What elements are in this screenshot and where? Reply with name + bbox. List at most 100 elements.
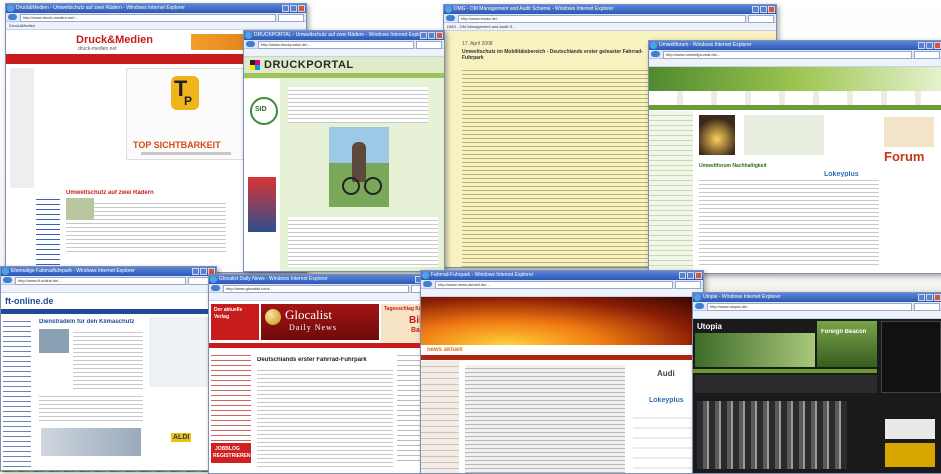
tab-strip: DMG - DM Management and Audit S... <box>444 23 776 31</box>
close-icon[interactable] <box>768 6 775 13</box>
minimize-icon[interactable] <box>420 32 427 39</box>
back-forward-icon[interactable] <box>246 41 255 47</box>
article-headline: Deutschlands erster Fahrrad-Fuhrpark <box>257 357 367 363</box>
back-forward-icon[interactable] <box>651 51 660 57</box>
bike-wheel-icon <box>342 177 360 195</box>
right-ad <box>149 317 209 387</box>
promo-subline <box>141 152 231 155</box>
maximize-icon[interactable] <box>200 268 207 275</box>
tab-strip <box>244 49 444 57</box>
ie-icon <box>445 6 452 13</box>
close-icon[interactable] <box>934 294 941 301</box>
search-input[interactable] <box>914 303 940 311</box>
cyclist-figure <box>352 142 366 182</box>
right-ad <box>881 321 941 393</box>
url-field[interactable]: http://www.umweltjournal.de/... <box>663 51 912 59</box>
search-input[interactable] <box>278 14 304 22</box>
back-forward-icon[interactable] <box>211 285 220 291</box>
minimize-icon[interactable] <box>752 6 759 13</box>
forum-logo: Forum <box>884 149 925 164</box>
search-input[interactable] <box>748 15 774 23</box>
nav-bar <box>244 73 444 78</box>
title-bar[interactable]: Fahrrad-Fuhrpark - Windows Internet Expl… <box>421 271 703 280</box>
sponsor-bar <box>649 91 941 106</box>
tab-label[interactable]: Druck&Medien <box>9 23 35 28</box>
article-text <box>462 67 652 267</box>
page-content: DRUCKPORTAL SID <box>244 57 444 271</box>
close-icon[interactable] <box>436 32 443 39</box>
partner-logo: Lokeyplus <box>649 397 684 404</box>
close-icon[interactable] <box>695 272 702 279</box>
side-graphic <box>248 177 276 232</box>
nav-bar <box>421 355 703 360</box>
left-sidebar <box>3 317 31 470</box>
tab-label[interactable]: DMG - DM Management and Audit S... <box>447 24 515 29</box>
search-input[interactable] <box>416 41 442 49</box>
ie-icon <box>210 276 217 283</box>
browser-window-news: Fahrrad-Fuhrpark - Windows Internet Expl… <box>420 270 704 474</box>
header-banner <box>817 321 877 367</box>
maximize-icon[interactable] <box>687 272 694 279</box>
title-bar[interactable]: Umweltforum - Windows Internet Explorer <box>649 41 941 50</box>
title-bar[interactable]: Utopia - Windows Internet Explorer <box>693 293 941 302</box>
minimize-icon[interactable] <box>918 294 925 301</box>
post-box <box>695 375 877 393</box>
back-forward-icon[interactable] <box>8 14 17 20</box>
page-content: Utopia Foreign Beacon <box>693 319 941 473</box>
header-photo <box>695 333 815 367</box>
browser-window-forum: Umweltforum - Windows Internet Explorer … <box>648 40 941 274</box>
site-logo-sub: Daily News <box>289 323 337 332</box>
back-forward-icon[interactable] <box>3 277 12 283</box>
minimize-icon[interactable] <box>282 5 289 12</box>
article-headline: Dienstradeln für den Klimaschutz <box>39 319 135 325</box>
address-bar: http://www.druckportal.de/... <box>244 40 444 49</box>
product-image <box>41 428 141 456</box>
back-forward-icon[interactable] <box>695 303 704 309</box>
url-field[interactable]: http://www.druck-medien.net/... <box>20 14 276 22</box>
url-field[interactable]: http://www.utopia.de/... <box>707 303 912 311</box>
nav-bar <box>1 309 216 314</box>
tab-strip <box>649 59 941 67</box>
back-forward-icon[interactable] <box>446 15 455 21</box>
article-headline[interactable]: Umweltschutz auf zwei Rädern <box>66 190 154 196</box>
article-photo <box>39 329 69 353</box>
page-content: ft-online.de Dienstradeln für den Klimas… <box>1 293 216 470</box>
article-text <box>257 367 393 467</box>
close-icon[interactable] <box>934 42 941 49</box>
search-input[interactable] <box>675 281 701 289</box>
nav-bar <box>649 105 941 110</box>
page-content: Forum Umweltforum Nachhaltigkeit Lokeypl… <box>649 67 941 273</box>
maximize-icon[interactable] <box>428 32 435 39</box>
url-field[interactable]: http://www.news-aktuell.de/... <box>435 281 673 289</box>
window-title: Fahrrad-Fuhrpark - Windows Internet Expl… <box>431 272 534 278</box>
banner-tagline: Foreign Beacon <box>821 329 867 335</box>
title-bar[interactable]: Druck&Medien - Umweltschutz auf zwei Räd… <box>6 4 306 13</box>
maximize-icon[interactable] <box>760 6 767 13</box>
window-title: Druck&Medien - Umweltschutz auf zwei Räd… <box>16 5 185 11</box>
maximize-icon[interactable] <box>926 294 933 301</box>
left-links[interactable] <box>36 195 60 265</box>
title-bar[interactable]: Glocalist Daily News - Windows Internet … <box>209 275 439 284</box>
url-field[interactable]: http://www.emas.de/... <box>458 15 746 23</box>
minimize-icon[interactable] <box>192 268 199 275</box>
close-icon[interactable] <box>298 5 305 12</box>
address-bar: http://www.ft-online.de/... <box>1 276 216 285</box>
ie-icon <box>2 268 9 275</box>
article-text <box>39 393 143 423</box>
maximize-icon[interactable] <box>926 42 933 49</box>
back-forward-icon[interactable] <box>423 281 432 287</box>
title-bar[interactable]: DMG - DM Management and Audit Scheme - W… <box>444 5 776 14</box>
window-title: DMG - DM Management and Audit Scheme - W… <box>454 6 614 12</box>
color-squares-icon <box>250 60 260 70</box>
minimize-icon[interactable] <box>918 42 925 49</box>
title-bar[interactable]: DRUCKPORTAL - Umweltschutz auf zwei Räde… <box>244 31 444 40</box>
right-banner-line1: Tagesschlag für <box>384 306 422 312</box>
tab-strip <box>209 293 439 301</box>
search-input[interactable] <box>914 51 940 59</box>
url-field[interactable]: http://www.druckportal.de/... <box>258 41 414 49</box>
url-field[interactable]: http://www.ft-online.de/... <box>15 277 186 285</box>
minimize-icon[interactable] <box>679 272 686 279</box>
maximize-icon[interactable] <box>290 5 297 12</box>
url-field[interactable]: http://www.glocalist.com/... <box>223 285 409 293</box>
title-bar[interactable]: Ehemalige Fahrradfuhrpark - Windows Inte… <box>1 267 216 276</box>
